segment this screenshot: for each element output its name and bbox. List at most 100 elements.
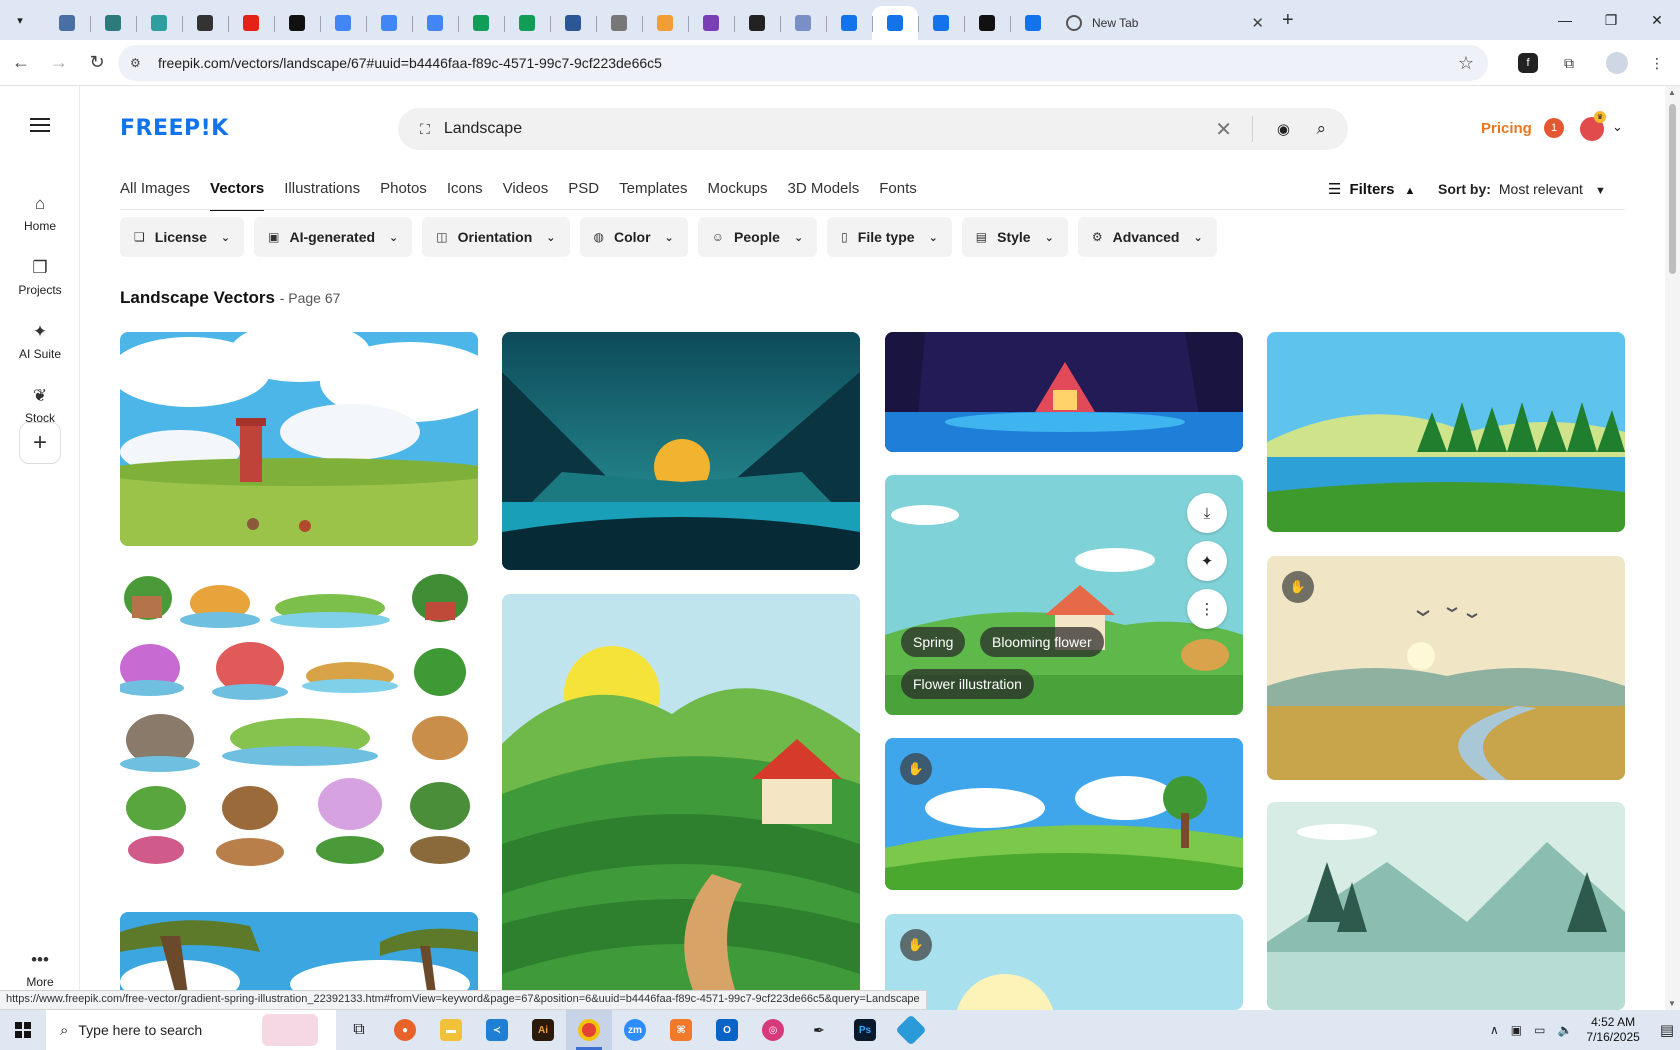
minimize-icon[interactable]: — bbox=[1542, 0, 1588, 40]
taskbar-app2-icon[interactable] bbox=[888, 1010, 934, 1050]
taskbar-firefox-icon[interactable]: ● bbox=[382, 1010, 428, 1050]
user-avatar[interactable]: ♛ bbox=[1580, 111, 1606, 141]
browser-tab[interactable] bbox=[44, 6, 90, 40]
filter-people[interactable]: ☺ People ⌄ bbox=[697, 217, 818, 257]
tab-fonts[interactable]: Fonts bbox=[879, 180, 917, 211]
new-tab-button[interactable]: + bbox=[1282, 9, 1294, 32]
taskbar-illustrator-icon[interactable]: Ai bbox=[520, 1010, 566, 1050]
taskbar-vscode-icon[interactable]: ≺ bbox=[474, 1010, 520, 1050]
scrollbar-thumb[interactable] bbox=[1669, 104, 1676, 274]
result-card[interactable] bbox=[502, 594, 860, 1010]
menu-kebab-icon[interactable]: ⋮ bbox=[1643, 49, 1671, 77]
sidebar-item-more[interactable]: ••• More bbox=[0, 948, 80, 989]
browser-tab[interactable] bbox=[550, 6, 596, 40]
filters-button[interactable]: ☰ Filters ▲ bbox=[1328, 180, 1415, 198]
sidebar-item-stock[interactable]: ❦ Stock bbox=[0, 384, 80, 425]
result-card[interactable] bbox=[885, 332, 1243, 452]
tab-icons[interactable]: Icons bbox=[447, 180, 483, 211]
pricing-link[interactable]: Pricing bbox=[1481, 120, 1532, 137]
tab-templates[interactable]: Templates bbox=[619, 180, 687, 211]
chevron-down-icon[interactable]: ⌄ bbox=[1612, 119, 1623, 135]
notification-badge[interactable]: 1 bbox=[1544, 118, 1564, 138]
tab-3d-models[interactable]: 3D Models bbox=[788, 180, 860, 211]
browser-tab[interactable] bbox=[182, 6, 228, 40]
more-options-icon[interactable]: ⋮ bbox=[1187, 589, 1227, 629]
taskbar-clock[interactable]: 4:52 AM 7/16/2025 bbox=[1586, 1015, 1639, 1045]
taskbar-zoom-icon[interactable]: zm bbox=[612, 1010, 658, 1050]
sidebar-item-projects[interactable]: ❐ Projects bbox=[0, 256, 80, 297]
tab-all-images[interactable]: All Images bbox=[120, 180, 190, 211]
browser-tab[interactable] bbox=[826, 6, 872, 40]
tag-flower-illustration[interactable]: Flower illustration bbox=[901, 669, 1034, 699]
taskbar-search[interactable]: ⌕ Type here to search bbox=[46, 1010, 336, 1050]
url-field[interactable]: ⚙ freepik.com/vectors/landscape/67#uuid=… bbox=[118, 45, 1488, 81]
taskbar-photoshop-icon[interactable]: Ps bbox=[842, 1010, 888, 1050]
result-card-hovered[interactable]: ⤓ ✦ ⋮ Spring Blooming flower Flower illu… bbox=[885, 475, 1243, 715]
filter-license[interactable]: ❏ License ⌄ bbox=[120, 217, 245, 257]
bookmark-star-icon[interactable]: ☆ bbox=[1458, 53, 1474, 74]
volume-icon[interactable]: 🔈 bbox=[1557, 1023, 1572, 1037]
browser-tab[interactable] bbox=[964, 6, 1010, 40]
site-info-icon[interactable]: ⚙ bbox=[130, 56, 148, 70]
tag-blooming-flower[interactable]: Blooming flower bbox=[980, 627, 1104, 657]
browser-tab[interactable] bbox=[596, 6, 642, 40]
puzzle-extensions-icon[interactable]: ⧉ bbox=[1555, 49, 1583, 77]
tab-videos[interactable]: Videos bbox=[503, 180, 549, 211]
browser-tab[interactable] bbox=[780, 6, 826, 40]
search-input[interactable]: Landscape bbox=[444, 120, 522, 138]
forward-icon[interactable]: → bbox=[42, 46, 76, 80]
result-card[interactable] bbox=[120, 568, 478, 868]
sidebar-item-home[interactable]: ⌂ Home bbox=[0, 192, 80, 233]
result-card[interactable] bbox=[1267, 332, 1625, 532]
browser-tab[interactable] bbox=[412, 6, 458, 40]
notification-center-icon[interactable]: ▤ bbox=[1660, 1021, 1674, 1039]
network-icon[interactable]: ▭ bbox=[1534, 1023, 1545, 1037]
extension-icon[interactable]: f bbox=[1518, 53, 1538, 73]
browser-tab[interactable] bbox=[136, 6, 182, 40]
download-icon[interactable]: ⤓ bbox=[1187, 493, 1227, 533]
tab-search-button[interactable]: ▾ bbox=[6, 6, 34, 34]
taskbar-chrome-icon[interactable] bbox=[566, 1010, 612, 1050]
filter-color[interactable]: ◍ Color ⌄ bbox=[579, 217, 688, 257]
result-card[interactable] bbox=[502, 332, 860, 570]
filter-advanced[interactable]: ⚙ Advanced ⌄ bbox=[1077, 217, 1217, 257]
browser-tab[interactable] bbox=[1010, 6, 1056, 40]
freepik-logo[interactable]: FREEP!K bbox=[120, 116, 229, 141]
search-bar[interactable]: ⛶ Landscape ✕ ◉ ⌕ bbox=[398, 108, 1348, 150]
sidebar-item-ai-suite[interactable]: ✦ AI Suite bbox=[0, 320, 80, 361]
result-card[interactable]: ✋ bbox=[885, 738, 1243, 890]
taskbar-outlook-icon[interactable]: O bbox=[704, 1010, 750, 1050]
task-view-icon[interactable]: ⧉ bbox=[336, 1010, 382, 1050]
browser-tab[interactable] bbox=[90, 6, 136, 40]
scroll-up-icon[interactable]: ▲ bbox=[1668, 88, 1676, 97]
browser-tab[interactable] bbox=[872, 6, 918, 40]
result-card[interactable]: ✋ bbox=[885, 914, 1243, 1010]
close-window-icon[interactable]: ✕ bbox=[1634, 0, 1680, 40]
reload-icon[interactable]: ↻ bbox=[80, 46, 114, 80]
filter-style[interactable]: ▤ Style ⌄ bbox=[961, 217, 1068, 257]
browser-tab[interactable] bbox=[918, 6, 964, 40]
page-scrollbar[interactable]: ▲ ▼ bbox=[1665, 86, 1680, 1010]
tray-chevron-up-icon[interactable]: ∧ bbox=[1490, 1023, 1499, 1037]
browser-tab[interactable] bbox=[458, 6, 504, 40]
browser-tab[interactable] bbox=[274, 6, 320, 40]
tab-vectors[interactable]: Vectors bbox=[210, 180, 265, 211]
result-card[interactable] bbox=[120, 332, 478, 546]
taskbar-file-explorer-icon[interactable]: ▬ bbox=[428, 1010, 474, 1050]
browser-tab[interactable] bbox=[642, 6, 688, 40]
scroll-down-icon[interactable]: ▼ bbox=[1668, 999, 1676, 1008]
tab-illustrations[interactable]: Illustrations bbox=[284, 180, 360, 211]
search-icon[interactable]: ⌕ bbox=[1316, 119, 1326, 139]
back-icon[interactable]: ← bbox=[4, 46, 38, 80]
add-button[interactable]: + bbox=[19, 422, 61, 464]
sort-dropdown[interactable]: Sort by: Most relevant ▼ bbox=[1438, 181, 1606, 197]
search-type-icon[interactable]: ⛶ bbox=[420, 121, 430, 138]
clear-search-icon[interactable]: ✕ bbox=[1215, 117, 1232, 142]
tab-new-tab[interactable]: New Tab ✕ bbox=[1056, 6, 1274, 40]
browser-tab[interactable] bbox=[320, 6, 366, 40]
close-tab-icon[interactable]: ✕ bbox=[1251, 14, 1264, 32]
start-button[interactable] bbox=[0, 1010, 46, 1050]
tab-photos[interactable]: Photos bbox=[380, 180, 427, 211]
browser-tab[interactable] bbox=[366, 6, 412, 40]
camera-search-icon[interactable]: ◉ bbox=[1277, 120, 1290, 138]
